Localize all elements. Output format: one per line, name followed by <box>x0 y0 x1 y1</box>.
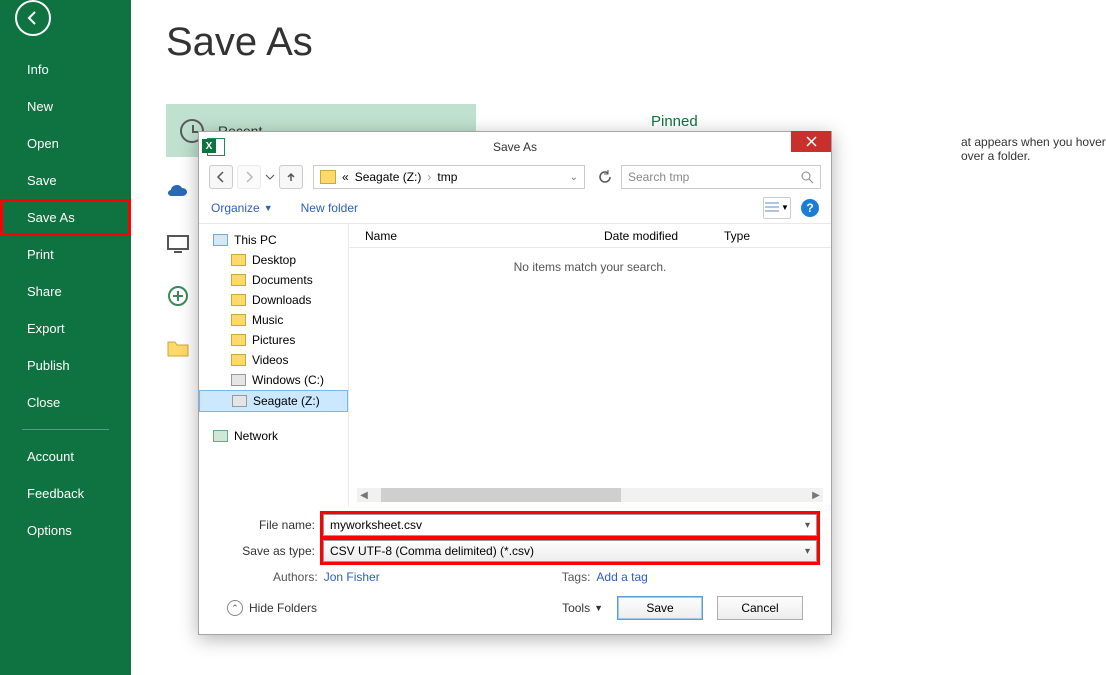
tags-value[interactable]: Add a tag <box>596 570 647 584</box>
this-pc-icon[interactable] <box>166 232 190 256</box>
authors-value[interactable]: Jon Fisher <box>324 570 380 584</box>
chevron-up-icon: ⌃ <box>227 600 243 616</box>
column-headers: Name Date modified Type <box>349 224 831 248</box>
save-button[interactable]: Save <box>617 596 703 620</box>
tree-downloads[interactable]: Downloads <box>199 290 348 310</box>
close-icon <box>806 136 817 147</box>
tree-music[interactable]: Music <box>199 310 348 330</box>
column-name[interactable]: Name <box>349 229 604 243</box>
drive-icon <box>231 374 246 386</box>
dialog-title: Save As <box>493 140 537 154</box>
sidebar-item-new[interactable]: New <box>0 88 131 125</box>
save-as-dialog: Save As « Seagate (Z:) › tmp ⌄ Search tm… <box>198 131 832 635</box>
sidebar-item-share[interactable]: Share <box>0 273 131 310</box>
tree-this-pc[interactable]: This PC <box>199 230 348 250</box>
tree-pictures[interactable]: Pictures <box>199 330 348 350</box>
search-icon <box>801 171 814 184</box>
nav-up-button[interactable] <box>279 165 303 189</box>
folder-icon <box>231 254 246 266</box>
location-icons <box>166 180 190 360</box>
close-button[interactable] <box>791 131 831 152</box>
back-button[interactable] <box>15 0 51 36</box>
refresh-button[interactable] <box>593 165 617 189</box>
folder-icon <box>231 274 246 286</box>
dialog-toolbar: Organize▼ New folder ▼ ? <box>199 192 831 224</box>
arrow-left-icon <box>25 10 41 26</box>
dialog-footer: File name: myworksheet.csv Save as type:… <box>199 506 831 634</box>
filename-label: File name: <box>213 518 323 532</box>
empty-message: No items match your search. <box>514 260 667 274</box>
column-type[interactable]: Type <box>724 229 831 243</box>
sidebar-item-info[interactable]: Info <box>0 51 131 88</box>
hover-hint: at appears when you hover over a folder. <box>961 135 1106 163</box>
add-place-icon[interactable] <box>166 284 190 308</box>
cancel-button[interactable]: Cancel <box>717 596 803 620</box>
drive-icon <box>232 395 247 407</box>
sidebar-item-print[interactable]: Print <box>0 236 131 273</box>
page-title: Save As <box>166 20 1106 65</box>
nav-back-button[interactable] <box>209 165 233 189</box>
folder-tree: This PC Desktop Documents Downloads Musi… <box>199 224 349 506</box>
sidebar-item-publish[interactable]: Publish <box>0 347 131 384</box>
sidebar-item-save[interactable]: Save <box>0 162 131 199</box>
sidebar-item-account[interactable]: Account <box>0 438 131 475</box>
filename-input[interactable]: myworksheet.csv <box>323 514 817 536</box>
dialog-body: This PC Desktop Documents Downloads Musi… <box>199 224 831 506</box>
pinned-heading: Pinned <box>651 113 698 130</box>
onedrive-icon[interactable] <box>166 180 190 204</box>
organize-menu[interactable]: Organize▼ <box>211 201 273 215</box>
folder-icon <box>320 170 336 184</box>
search-input[interactable]: Search tmp <box>621 165 821 189</box>
sidebar-item-feedback[interactable]: Feedback <box>0 475 131 512</box>
address-bar[interactable]: « Seagate (Z:) › tmp ⌄ <box>313 165 585 189</box>
tree-windows-c[interactable]: Windows (C:) <box>199 370 348 390</box>
tree-videos[interactable]: Videos <box>199 350 348 370</box>
view-options-button[interactable]: ▼ <box>763 197 791 219</box>
tree-network[interactable]: Network <box>199 426 348 446</box>
hide-folders-toggle[interactable]: ⌃ Hide Folders <box>227 600 317 616</box>
breadcrumb-root: « <box>342 170 349 184</box>
network-icon <box>213 430 228 442</box>
chevron-down-icon[interactable] <box>265 172 275 182</box>
tree-desktop[interactable]: Desktop <box>199 250 348 270</box>
dialog-nav: « Seagate (Z:) › tmp ⌄ Search tmp <box>199 162 831 192</box>
folder-icon <box>231 334 246 346</box>
saveastype-select[interactable]: CSV UTF-8 (Comma delimited) (*.csv) <box>323 540 817 562</box>
folder-icon <box>231 354 246 366</box>
folder-icon <box>231 314 246 326</box>
scroll-right-icon[interactable]: ▶ <box>809 488 823 502</box>
file-menu-sidebar: Info New Open Save Save As Print Share E… <box>0 0 131 675</box>
scroll-left-icon[interactable]: ◀ <box>357 488 371 502</box>
horizontal-scrollbar[interactable]: ◀ ▶ <box>357 488 823 502</box>
sidebar-item-close[interactable]: Close <box>0 384 131 421</box>
excel-icon <box>207 138 225 156</box>
sidebar-item-open[interactable]: Open <box>0 125 131 162</box>
sidebar-item-save-as[interactable]: Save As <box>0 199 131 236</box>
folder-icon <box>231 294 246 306</box>
tags-label: Tags: <box>562 570 591 584</box>
dialog-titlebar[interactable]: Save As <box>199 132 831 162</box>
sidebar-item-options[interactable]: Options <box>0 512 131 549</box>
nav-forward-button[interactable] <box>237 165 261 189</box>
tree-documents[interactable]: Documents <box>199 270 348 290</box>
breadcrumb-folder[interactable]: tmp <box>437 170 457 184</box>
search-placeholder: Search tmp <box>628 170 689 184</box>
help-button[interactable]: ? <box>801 199 819 217</box>
breadcrumb-drive[interactable]: Seagate (Z:) <box>355 170 422 184</box>
sidebar-divider <box>22 429 109 430</box>
pc-icon <box>213 234 228 246</box>
saveastype-label: Save as type: <box>213 544 323 558</box>
authors-label: Authors: <box>273 570 318 584</box>
tree-seagate-z[interactable]: Seagate (Z:) <box>199 390 348 412</box>
browse-icon[interactable] <box>166 336 190 360</box>
file-list: Name Date modified Type No items match y… <box>349 224 831 506</box>
new-folder-button[interactable]: New folder <box>301 201 358 215</box>
scroll-thumb[interactable] <box>381 488 621 502</box>
sidebar-item-export[interactable]: Export <box>0 310 131 347</box>
chevron-right-icon: › <box>427 170 431 184</box>
column-date[interactable]: Date modified <box>604 229 724 243</box>
chevron-down-icon[interactable]: ⌄ <box>570 172 578 183</box>
tools-menu[interactable]: Tools▼ <box>562 601 603 615</box>
